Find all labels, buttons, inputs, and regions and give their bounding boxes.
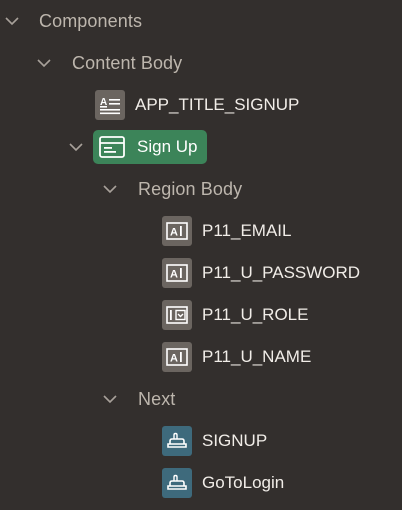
tree-node-signup-content: SIGNUP — [162, 420, 267, 462]
tree-node-sign-up[interactable]: Sign Up — [0, 126, 402, 168]
tree-node-label: SIGNUP — [202, 431, 268, 450]
chevron-down-icon[interactable] — [68, 139, 84, 155]
tree-node-p11-email-content: A P11_EMAIL — [162, 210, 291, 252]
tree-node-label: Components — [39, 10, 143, 31]
svg-text:A: A — [170, 269, 178, 281]
tree-node-p11-u-role-content: P11_U_ROLE — [162, 294, 308, 336]
tree-node-p11-u-name-content: A P11_U_NAME — [162, 336, 311, 378]
tree-node-label: P11_U_PASSWORD — [202, 263, 361, 282]
svg-text:A: A — [170, 353, 178, 365]
chevron-down-icon[interactable] — [36, 55, 52, 71]
chevron-down-icon[interactable] — [4, 13, 20, 29]
chevron-down-icon[interactable] — [102, 181, 118, 197]
tree-node-label: Sign Up — [137, 137, 198, 156]
tree-node-label: APP_TITLE_SIGNUP — [135, 95, 300, 114]
region-icon — [97, 132, 127, 162]
tree-node-label: Content Body — [72, 52, 183, 73]
tree-node-p11-u-password[interactable]: A P11_U_PASSWORD — [0, 252, 402, 294]
tree-node-p11-u-role[interactable]: P11_U_ROLE — [0, 294, 402, 336]
tree-node-p11-u-password-content: A P11_U_PASSWORD — [162, 252, 360, 294]
tree-node-label: P11_U_ROLE — [202, 305, 309, 324]
svg-text:A: A — [170, 227, 178, 239]
chevron-down-icon[interactable] — [102, 391, 118, 407]
tree-node-components-content: Components — [39, 0, 142, 42]
tree-node-region-body-content: Region Body — [138, 168, 242, 210]
tree-node-p11-email[interactable]: A P11_EMAIL — [0, 210, 402, 252]
select-list-icon — [162, 300, 192, 330]
tree-node-label: P11_EMAIL — [202, 221, 292, 240]
text-field-icon: A — [162, 258, 192, 288]
static-content-icon: A — [95, 90, 125, 120]
tree-node-next[interactable]: Next — [0, 378, 402, 420]
tree-node-label: Next — [138, 388, 176, 409]
tree-node-next-content: Next — [138, 378, 175, 420]
tree-node-gotologin-content: GoToLogin — [162, 462, 284, 504]
tree-node-app-title-signup[interactable]: A APP_TITLE_SIGNUP — [0, 84, 402, 126]
tree-node-label: Region Body — [138, 178, 243, 199]
tree-node-app-title-content: A APP_TITLE_SIGNUP — [95, 84, 299, 126]
tree-node-gotologin-button[interactable]: GoToLogin — [0, 462, 402, 504]
tree-node-sign-up-selected[interactable]: Sign Up — [93, 130, 208, 164]
component-tree: Components Content Body A APP_TITLE_SIGN… — [0, 0, 402, 510]
tree-node-content-body[interactable]: Content Body — [0, 42, 402, 84]
tree-node-components[interactable]: Components — [0, 0, 402, 42]
tree-node-p11-u-name[interactable]: A P11_U_NAME — [0, 336, 402, 378]
text-field-icon: A — [162, 342, 192, 372]
tree-node-signup-button[interactable]: SIGNUP — [0, 420, 402, 462]
button-icon — [162, 426, 192, 456]
text-field-icon: A — [162, 216, 192, 246]
button-icon — [162, 468, 192, 498]
tree-node-label: P11_U_NAME — [202, 347, 312, 366]
tree-node-content-body-content: Content Body — [72, 42, 182, 84]
tree-node-label: GoToLogin — [202, 473, 285, 492]
tree-node-region-body[interactable]: Region Body — [0, 168, 402, 210]
